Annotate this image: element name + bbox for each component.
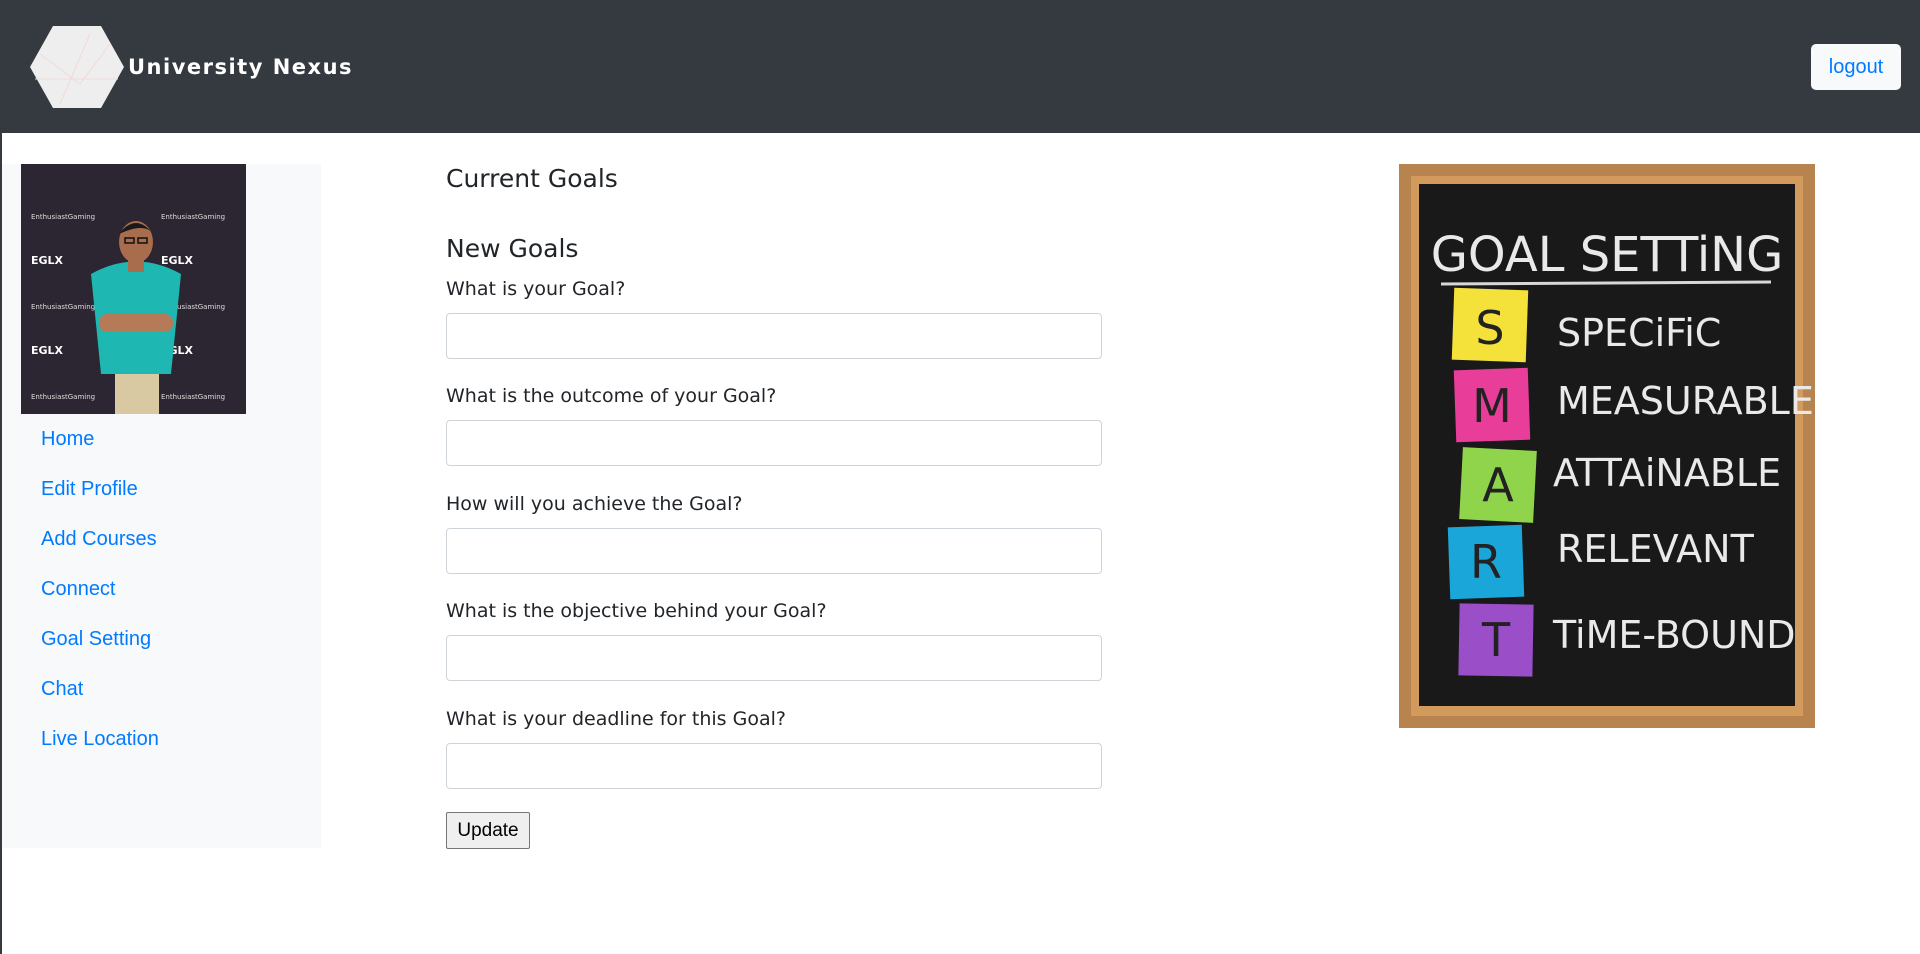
sidebar-item-add-courses: Add Courses: [2, 514, 321, 564]
photo-backdrop-text: EGLX: [161, 254, 194, 267]
achieve-input[interactable]: [446, 528, 1102, 574]
photo-backdrop-text: EnthusiastGaming: [31, 303, 95, 311]
sidebar: EGLX EGLX EGLX EGLX EnthusiastGaming Ent…: [2, 164, 321, 848]
sidebar-link-connect[interactable]: Connect: [41, 578, 116, 601]
achieve-label: How will you achieve the Goal?: [446, 493, 743, 515]
new-goals-title: New Goals: [446, 234, 579, 263]
sidebar-link-chat[interactable]: Chat: [41, 678, 83, 701]
photo-backdrop-text: EGLX: [31, 344, 64, 357]
brand-name: University Nexus: [128, 55, 354, 79]
avatar: EGLX EGLX EGLX EGLX EnthusiastGaming Ent…: [21, 164, 246, 414]
sidebar-nav: Home Edit Profile Add Courses Connect Go…: [2, 414, 321, 764]
smart-word: ATTAiNABLE: [1553, 451, 1781, 495]
sidebar-link-add-courses[interactable]: Add Courses: [41, 528, 157, 551]
smart-word: TiME-BOUND: [1552, 613, 1796, 657]
sidebar-item-chat: Chat: [2, 664, 321, 714]
sticky-letter: S: [1475, 301, 1504, 355]
smart-goals-image: GOAL SETTiNG S SPECiFiC M MEASURABLE A A…: [1399, 164, 1815, 728]
deadline-label: What is your deadline for this Goal?: [446, 708, 786, 730]
sidebar-item-edit-profile: Edit Profile: [2, 464, 321, 514]
chalkboard-illustration: GOAL SETTiNG S SPECiFiC M MEASURABLE A A…: [1399, 164, 1815, 728]
goal-input[interactable]: [446, 313, 1102, 359]
photo-backdrop-text: EnthusiastGaming: [161, 213, 225, 221]
update-button[interactable]: Update: [446, 812, 530, 849]
profile-photo: EGLX EGLX EGLX EGLX EnthusiastGaming Ent…: [21, 164, 246, 414]
outcome-input[interactable]: [446, 420, 1102, 466]
sidebar-link-live-location[interactable]: Live Location: [41, 728, 159, 751]
sidebar-link-edit-profile[interactable]: Edit Profile: [41, 478, 138, 501]
navbar: University Nexus logout: [0, 0, 1920, 133]
sidebar-link-home[interactable]: Home: [41, 428, 94, 451]
brand[interactable]: University Nexus: [30, 24, 353, 110]
smart-word: RELEVANT: [1557, 527, 1755, 571]
sticky-letter: A: [1482, 458, 1514, 512]
current-goals-title: Current Goals: [446, 164, 618, 193]
sidebar-item-live-location: Live Location: [2, 714, 321, 764]
photo-backdrop-text: EGLX: [31, 254, 64, 267]
smart-word: SPECiFiC: [1557, 311, 1721, 355]
hexagon-logo-icon: [30, 26, 124, 108]
sidebar-item-goal-setting: Goal Setting: [2, 614, 321, 664]
photo-backdrop-text: EnthusiastGaming: [31, 393, 95, 401]
photo-backdrop-text: EnthusiastGaming: [31, 213, 95, 221]
deadline-input[interactable]: [446, 743, 1102, 789]
goal-label: What is your Goal?: [446, 278, 626, 300]
sidebar-link-goal-setting[interactable]: Goal Setting: [41, 628, 151, 651]
photo-backdrop-text: EnthusiastGaming: [161, 393, 225, 401]
sticky-letter: T: [1481, 613, 1511, 667]
sticky-letter: M: [1472, 379, 1512, 433]
sticky-letter: R: [1470, 535, 1502, 589]
outcome-label: What is the outcome of your Goal?: [446, 385, 777, 407]
objective-label: What is the objective behind your Goal?: [446, 600, 827, 622]
sidebar-item-connect: Connect: [2, 564, 321, 614]
chalkboard-title: GOAL SETTiNG: [1431, 227, 1784, 283]
logout-button[interactable]: logout: [1811, 44, 1901, 90]
sidebar-item-home: Home: [2, 414, 321, 464]
smart-word: MEASURABLE: [1557, 379, 1814, 423]
objective-input[interactable]: [446, 635, 1102, 681]
